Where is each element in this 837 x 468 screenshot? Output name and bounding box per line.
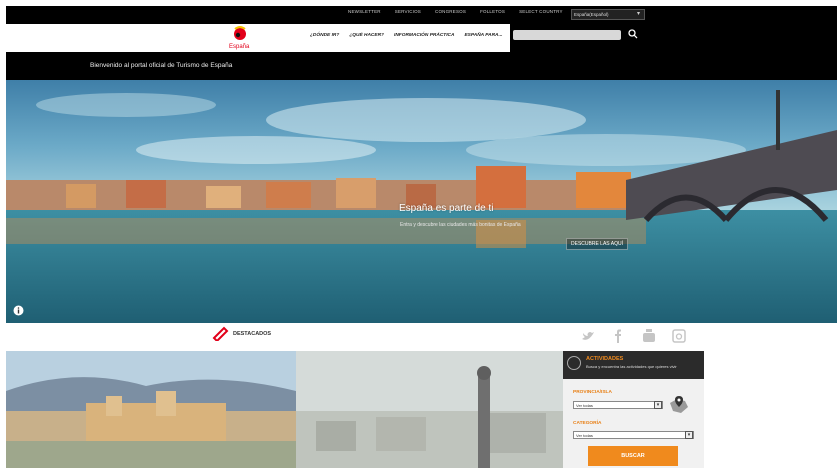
province-value: Ver todas [576,403,593,408]
chevron-down-icon: ▾ [636,11,640,17]
utility-links: NEWSLETTER SERVICIOS CONGRESOS FOLLETOS … [348,9,563,14]
twitter-icon[interactable] [580,328,596,344]
province-select[interactable]: Ver todas ▾ [573,401,663,409]
featured-label: DESTACADOS [233,331,272,337]
hero-banner[interactable]: España es parte de ti Entra y descubre l… [6,80,837,323]
activities-title: ACTIVIDADES [586,356,624,362]
services-link[interactable]: SERVICIOS [395,9,421,14]
pencil-icon [212,326,229,341]
spain-logo[interactable]: España [225,25,255,51]
congress-link[interactable]: CONGRESOS [435,9,466,14]
main-nav: ¿DÓNDE IR? ¿QUÉ HACER? INFORMACIÓN PRÁCT… [310,33,503,38]
province-label: PROVINCIA/ISLA [573,390,612,395]
search-button[interactable]: BUSCAR [588,446,678,466]
category-select[interactable]: Ver todas ▾ [573,431,694,439]
chevron-down-icon: ▾ [654,401,662,409]
featured-image-alhambra[interactable] [6,351,296,468]
page: NEWSLETTER SERVICIOS CONGRESOS FOLLETOS … [0,0,837,468]
activities-description: Busca y encuentra las actividades que qu… [586,364,677,369]
brochures-link[interactable]: FOLLETOS [480,9,505,14]
select-country-link[interactable]: SELECT COUNTRY [519,9,563,14]
search-input[interactable] [513,30,621,40]
hero-cta-button[interactable]: DESCUBRE LAS AQUÍ [566,238,628,250]
search-icon[interactable] [628,29,638,39]
nav-what-to-do[interactable]: ¿QUÉ HACER? [349,33,384,38]
youtube-icon[interactable] [641,328,657,344]
welcome-text: Bienvenido al portal oficial de Turismo … [90,62,233,69]
nav-where-to-go[interactable]: ¿DÓNDE IR? [310,33,339,38]
language-value: España(Español) [574,12,609,17]
nav-practical-info[interactable]: INFORMACIÓN PRÁCTICA [394,33,455,38]
hero-subtitle: Entra y descubre las ciudades más bonita… [400,222,521,228]
category-label: CATEGORÍA [573,421,602,426]
top-bar: NEWSLETTER SERVICIOS CONGRESOS FOLLETOS … [6,6,837,24]
chevron-down-icon: ▾ [685,431,693,439]
hero-image [6,80,837,323]
language-select[interactable]: España(Español) ▾ [571,9,645,20]
info-icon[interactable] [13,305,24,316]
featured-image-city[interactable] [296,351,563,468]
category-value: Ver todas [576,433,593,438]
map-pin-icon[interactable] [667,393,691,417]
instagram-icon[interactable] [671,328,687,344]
activities-icon [567,356,581,370]
svg-text:España: España [229,44,250,50]
facebook-icon[interactable] [610,328,626,344]
header: España ¿DÓNDE IR? ¿QUÉ HACER? INFORMACIÓ… [6,24,510,52]
hero-title: España es parte de ti [399,203,494,214]
nav-spain-for[interactable]: ESPAÑA PARA... [464,33,502,38]
newsletter-link[interactable]: NEWSLETTER [348,9,381,14]
